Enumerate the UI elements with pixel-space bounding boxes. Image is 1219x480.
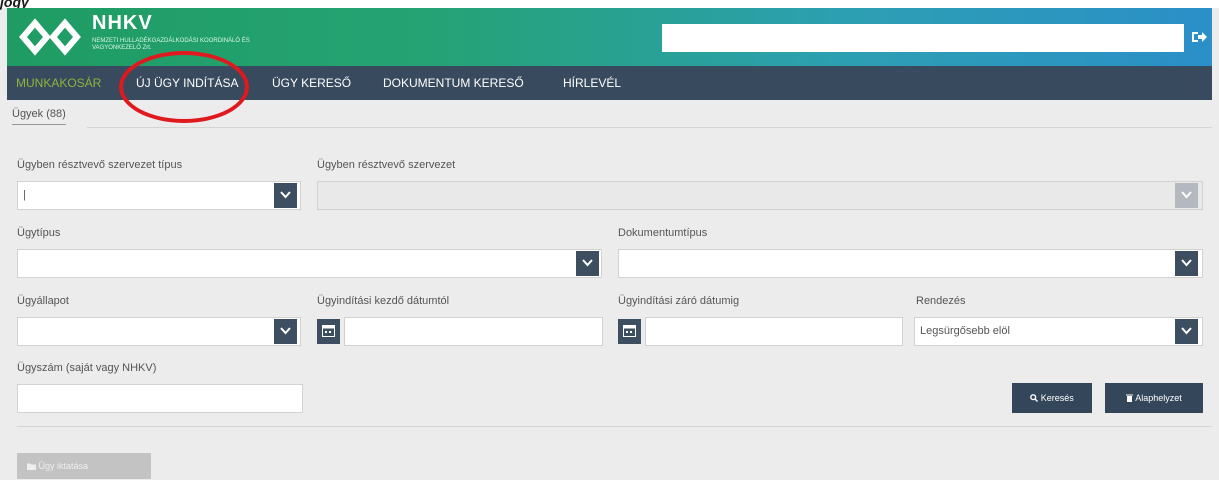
org-label: Ügyben résztvevő szervezet (317, 159, 456, 171)
start-from-calendar-button[interactable] (317, 319, 340, 344)
case-number-input[interactable] (17, 384, 303, 413)
nav-item-case-search[interactable]: Ügy kereső (272, 66, 351, 100)
search-button-label: Keresés (1040, 393, 1074, 403)
search-button[interactable]: Keresés (1012, 383, 1092, 413)
start-from-label: Ügyindítási kezdő dátumtól (317, 295, 450, 307)
new-case-button[interactable]: Ügy iktatása (17, 453, 151, 479)
doc-type-label: Dokumentumtípus (618, 227, 708, 239)
case-type-select[interactable] (17, 249, 602, 278)
calendar-icon (322, 325, 335, 337)
calendar-icon (623, 325, 636, 337)
status-label: Ügyállapot (17, 295, 69, 307)
sort-label: Rendezés (916, 295, 966, 307)
start-to-label: Ügyindítási záró dátumig (618, 295, 740, 307)
top-strip: jogy (0, 0, 1219, 10)
section-divider (17, 426, 1212, 427)
org-type-select[interactable]: | (17, 181, 301, 210)
org-dropdown-button[interactable] (1175, 183, 1198, 208)
status-select[interactable] (17, 317, 301, 346)
chevron-down-icon (1181, 327, 1192, 335)
status-dropdown-button[interactable] (274, 319, 297, 344)
doc-type-dropdown-button[interactable] (1175, 251, 1198, 276)
header-search-input[interactable] (662, 24, 1184, 52)
sign-out-icon[interactable] (1190, 28, 1208, 46)
case-type-dropdown-button[interactable] (576, 251, 599, 276)
tab-divider (87, 127, 1212, 128)
search-panel: Ügyek (88) Ügyben résztvevő szervezet tí… (7, 100, 1212, 480)
logo-icon (19, 18, 81, 56)
search-icon (1030, 394, 1039, 402)
sort-select[interactable]: Legsürgősebb elöl (914, 317, 1203, 346)
case-number-label: Ügyszám (saját vagy NHKV) (17, 362, 157, 374)
doc-type-select[interactable] (618, 249, 1203, 278)
case-type-label: Ügytípus (17, 227, 61, 239)
logo-title: NHKV (92, 12, 153, 34)
chevron-down-icon (582, 259, 593, 267)
reset-button[interactable]: Alaphelyzet (1105, 383, 1203, 413)
start-to-calendar-button[interactable] (618, 319, 641, 344)
highlight-circle (119, 51, 249, 123)
sort-dropdown-button[interactable] (1175, 319, 1198, 344)
org-type-label: Ügyben résztvevő szervezet típus (17, 159, 183, 171)
org-type-dropdown-button[interactable] (274, 183, 297, 208)
org-select[interactable] (317, 181, 1203, 210)
start-to-input[interactable] (645, 317, 903, 346)
trash-icon (1126, 394, 1134, 402)
chevron-down-icon (1181, 259, 1192, 267)
folder-icon (27, 463, 36, 470)
nav-item-document-search[interactable]: Dokumentum kereső (383, 66, 524, 100)
nav-item-newsletter[interactable]: Hírlevél (563, 66, 621, 100)
new-case-button-label: Ügy iktatása (38, 461, 89, 471)
start-from-input[interactable] (344, 317, 603, 346)
reset-button-label: Alaphelyzet (1135, 393, 1182, 403)
chevron-down-icon (280, 327, 291, 335)
chevron-down-icon (280, 191, 291, 199)
tab-cases[interactable]: Ügyek (88) (12, 108, 66, 125)
chevron-down-icon (1181, 191, 1192, 199)
logo-subtitle: NEMZETI HULLADÉKGAZDÁLKODÁSI KOORDINÁLÓ … (92, 38, 250, 51)
nav-item-work-basket[interactable]: Munkakosár (16, 66, 101, 100)
